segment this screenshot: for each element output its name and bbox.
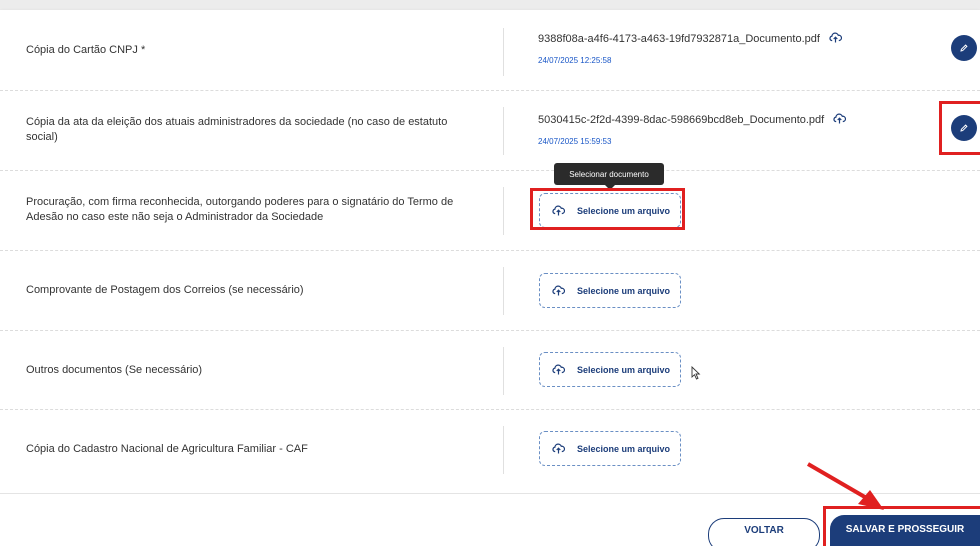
cloud-upload-icon[interactable] (829, 32, 843, 46)
document-label: Cópia do Cadastro Nacional de Agricultur… (26, 443, 308, 455)
file-name[interactable]: 5030415c-2f2d-4399-8dac-598669bcd8eb_Doc… (538, 113, 847, 127)
cloud-upload-icon (552, 285, 565, 296)
document-label: Procuração, com firma reconhecida, outor… (26, 196, 454, 223)
file-name[interactable]: 9388f08a-a4f6-4173-a463-19fd7932871a_Doc… (538, 32, 843, 46)
pencil-icon (960, 44, 968, 52)
column-divider (503, 187, 504, 235)
annotation-arrow-icon (806, 462, 884, 510)
document-row-outros: Outros documentos (Se necessário) Seleci… (0, 331, 980, 410)
column-divider (503, 347, 504, 395)
document-label: Outros documentos (Se necessário) (26, 364, 203, 376)
document-row-ata: Cópia da ata da eleição dos atuais admin… (0, 91, 980, 171)
select-document-tooltip: Selecionar documento (554, 163, 664, 190)
upload-button[interactable]: Selecione um arquivo (539, 273, 681, 308)
cloud-upload-icon[interactable] (833, 113, 847, 127)
document-label: Comprovante de Postagem dos Correios (se… (26, 284, 304, 296)
highlight-upload-button (530, 188, 685, 230)
file-name-text: 9388f08a-a4f6-4173-a463-19fd7932871a_Doc… (538, 32, 820, 45)
file-name-text: 5030415c-2f2d-4399-8dac-598669bcd8eb_Doc… (538, 113, 825, 126)
edit-button[interactable] (951, 35, 977, 61)
document-row-cnpj: Cópia do Cartão CNPJ * 9388f08a-a4f6-417… (0, 10, 980, 91)
column-divider (503, 426, 504, 474)
upload-button-label: Selecione um arquivo (577, 443, 671, 454)
file-date: 24/07/2025 15:59:53 (538, 137, 612, 146)
save-and-continue-button[interactable]: SALVAR E PROSSEGUIR (830, 515, 980, 546)
cloud-upload-icon (552, 443, 565, 454)
upload-button[interactable]: Selecione um arquivo (539, 352, 681, 387)
upload-button[interactable]: Selecione um arquivo (539, 431, 681, 466)
column-divider (503, 107, 504, 155)
column-divider (503, 267, 504, 315)
cloud-upload-icon (552, 364, 565, 375)
document-label: Cópia do Cartão CNPJ * (26, 44, 146, 56)
file-date: 24/07/2025 12:25:58 (538, 56, 612, 65)
mouse-cursor-icon (691, 366, 701, 380)
back-button[interactable]: VOLTAR (708, 518, 820, 546)
document-label: Cópia da ata da eleição dos atuais admin… (26, 116, 448, 143)
upload-button-label: Selecione um arquivo (577, 364, 671, 375)
document-row-procuracao: Procuração, com firma reconhecida, outor… (0, 171, 980, 251)
document-row-correios: Comprovante de Postagem dos Correios (se… (0, 251, 980, 331)
upload-button-label: Selecione um arquivo (577, 285, 671, 296)
highlight-edit-button (939, 101, 980, 155)
column-divider (503, 28, 504, 76)
